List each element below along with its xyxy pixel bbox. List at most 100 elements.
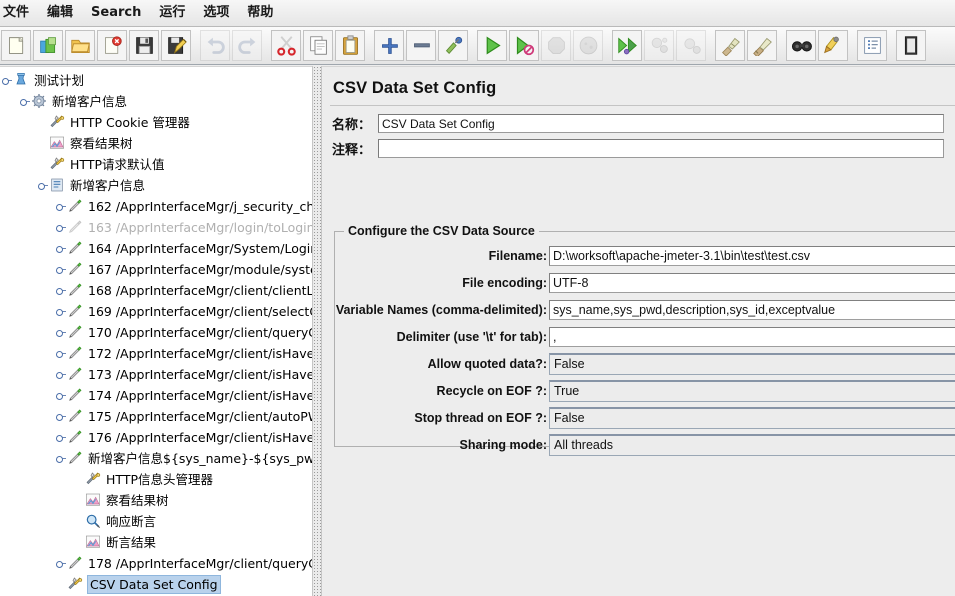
toggle-icon[interactable] xyxy=(438,30,468,61)
remote-start-all-icon[interactable] xyxy=(612,30,642,61)
tree-node[interactable]: 响应断言 xyxy=(0,511,312,532)
tree-node[interactable]: 断言结果 xyxy=(0,532,312,553)
save-icon[interactable] xyxy=(129,30,159,61)
tree-node-label: 173 /ApprInterfaceMgr/client/isHave.do xyxy=(88,367,312,382)
tree-node[interactable]: 176 /ApprInterfaceMgr/client/isHave.do xyxy=(0,427,312,448)
search-icon[interactable] xyxy=(786,30,816,61)
help-icon[interactable] xyxy=(896,30,926,61)
tree-expand-handle-icon[interactable] xyxy=(56,285,67,296)
allow-quoted-data-combo[interactable]: False xyxy=(549,353,955,375)
http-sampler-icon xyxy=(67,429,84,446)
thread-group-icon xyxy=(31,93,48,110)
function-helper-icon[interactable] xyxy=(857,30,887,61)
tree-expand-handle-icon[interactable] xyxy=(56,369,67,380)
tree-expand-handle-icon[interactable] xyxy=(2,75,13,86)
sharing-mode-combo[interactable]: All threads xyxy=(549,434,955,456)
toolbar-separator xyxy=(366,30,373,61)
templates-icon[interactable] xyxy=(33,30,63,61)
tree-node-label: CSV Data Set Config xyxy=(87,575,221,594)
tree-node[interactable]: 169 /ApprInterfaceMgr/client/selectClien… xyxy=(0,301,312,322)
tree-node[interactable]: 172 /ApprInterfaceMgr/client/isHave.do xyxy=(0,343,312,364)
tree-node[interactable]: 178 /ApprInterfaceMgr/client/queryClient… xyxy=(0,553,312,574)
tree-node[interactable]: 162 /ApprInterfaceMgr/j_security_check xyxy=(0,196,312,217)
start-no-pauses-icon[interactable] xyxy=(509,30,539,61)
http-sampler-icon xyxy=(67,198,84,215)
tree-node[interactable]: HTTP请求默认值 xyxy=(0,154,312,175)
tree-node-label: 新增客户信息 xyxy=(70,178,146,193)
recycle-on-eof-combo[interactable]: True xyxy=(549,380,955,402)
tree-node[interactable]: HTTP Cookie 管理器 xyxy=(0,112,312,133)
test-plan-tree[interactable]: 测试计划 新增客户信息 HTTP Cookie 管理器 察看结果树 HTTP请求默认值新… xyxy=(0,67,312,596)
tree-node[interactable]: 167 /ApprInterfaceMgr/module/system/lo xyxy=(0,259,312,280)
tree-node[interactable]: 164 /ApprInterfaceMgr/System/Login/hom xyxy=(0,238,312,259)
file-encoding-field[interactable]: UTF-8 xyxy=(549,273,955,293)
tree-node[interactable]: 新增客户信息 xyxy=(0,91,312,112)
menu-run[interactable]: 运行 xyxy=(150,1,194,25)
tree-node-label: 察看结果树 xyxy=(106,493,169,508)
paste-icon[interactable] xyxy=(335,30,365,61)
menu-edit[interactable]: 编辑 xyxy=(38,1,82,25)
clear-all-icon[interactable] xyxy=(747,30,777,61)
http-sampler-icon xyxy=(67,345,84,362)
tree-node[interactable]: 174 /ApprInterfaceMgr/client/isHave.do xyxy=(0,385,312,406)
tree-node[interactable]: 168 /ApprInterfaceMgr/client/clientList.… xyxy=(0,280,312,301)
search-reset-icon[interactable] xyxy=(818,30,848,61)
toolbar-separator xyxy=(778,30,785,61)
tree-node[interactable]: HTTP信息头管理器 xyxy=(0,469,312,490)
expand-icon[interactable] xyxy=(374,30,404,61)
tree-expand-handle-icon[interactable] xyxy=(56,222,67,233)
filename-field[interactable]: D:\worksoft\apache-jmeter-3.1\bin\test\t… xyxy=(549,246,955,266)
tree-expand-handle-icon[interactable] xyxy=(56,348,67,359)
tree-expand-handle-icon[interactable] xyxy=(56,411,67,422)
csv-data-source-group: Configure the CSV Data Source Filename: D… xyxy=(334,224,955,456)
tree-expand-handle-icon[interactable] xyxy=(56,243,67,254)
menu-help[interactable]: 帮助 xyxy=(238,1,282,25)
test-plan-tree-pane[interactable]: 测试计划 新增客户信息 HTTP Cookie 管理器 察看结果树 HTTP请求默认值新… xyxy=(0,66,312,596)
tree-expand-handle-icon[interactable] xyxy=(56,264,67,275)
tree-node[interactable]: 175 /ApprInterfaceMgr/client/autoPWD.d xyxy=(0,406,312,427)
stop-thread-on-eof-combo[interactable]: False xyxy=(549,407,955,429)
tree-expand-handle-icon[interactable] xyxy=(56,558,67,569)
start-icon[interactable] xyxy=(477,30,507,61)
tree-node[interactable]: 测试计划 xyxy=(0,70,312,91)
http-sampler-icon xyxy=(67,240,84,257)
tree-expand-handle-icon[interactable] xyxy=(56,453,67,464)
tree-node[interactable]: 173 /ApprInterfaceMgr/client/isHave.do xyxy=(0,364,312,385)
collapse-icon[interactable] xyxy=(406,30,436,61)
tree-expand-handle-icon[interactable] xyxy=(20,96,31,107)
save-as-icon[interactable] xyxy=(161,30,191,61)
tree-expand-handle-icon[interactable] xyxy=(56,201,67,212)
comment-input[interactable] xyxy=(378,139,944,158)
split-pane-divider[interactable] xyxy=(312,66,322,596)
http-sampler-icon xyxy=(67,261,84,278)
tree-expand-handle-icon[interactable] xyxy=(56,306,67,317)
name-input[interactable]: CSV Data Set Config xyxy=(378,114,944,133)
menu-file[interactable]: 文件 xyxy=(0,1,38,25)
copy-icon[interactable] xyxy=(303,30,333,61)
close-icon[interactable] xyxy=(97,30,127,61)
tree-node[interactable]: 察看结果树 xyxy=(0,490,312,511)
http-sampler-icon xyxy=(67,387,84,404)
listener-icon xyxy=(85,534,102,551)
delimiter-field[interactable]: , xyxy=(549,327,955,347)
tree-expand-handle-icon[interactable] xyxy=(56,432,67,443)
open-icon[interactable] xyxy=(65,30,95,61)
tree-node-label: HTTP Cookie 管理器 xyxy=(70,115,190,130)
tree-node[interactable]: 170 /ApprInterfaceMgr/client/queryClient… xyxy=(0,322,312,343)
name-row: 名称： CSV Data Set Config xyxy=(332,113,952,134)
tree-expand-handle-icon[interactable] xyxy=(38,180,49,191)
tree-expand-handle-icon[interactable] xyxy=(56,390,67,401)
tree-node[interactable]: 新增客户信息 xyxy=(0,175,312,196)
tree-node[interactable]: CSV Data Set Config xyxy=(0,574,312,595)
new-icon[interactable] xyxy=(1,30,31,61)
tree-node[interactable]: 新增客户信息${sys_name}-${sys_pwd}- xyxy=(0,448,312,469)
menu-search[interactable]: Search xyxy=(82,1,150,25)
tree-node[interactable]: 163 /ApprInterfaceMgr/login/toLogin.do xyxy=(0,217,312,238)
clear-icon[interactable] xyxy=(715,30,745,61)
tree-node[interactable]: 察看结果树 xyxy=(0,133,312,154)
variable-names-field[interactable]: sys_name,sys_pwd,description,sys_id,exce… xyxy=(549,300,955,320)
cut-icon[interactable] xyxy=(271,30,301,61)
menu-options[interactable]: 选项 xyxy=(194,1,238,25)
tree-expand-handle-icon[interactable] xyxy=(56,327,67,338)
